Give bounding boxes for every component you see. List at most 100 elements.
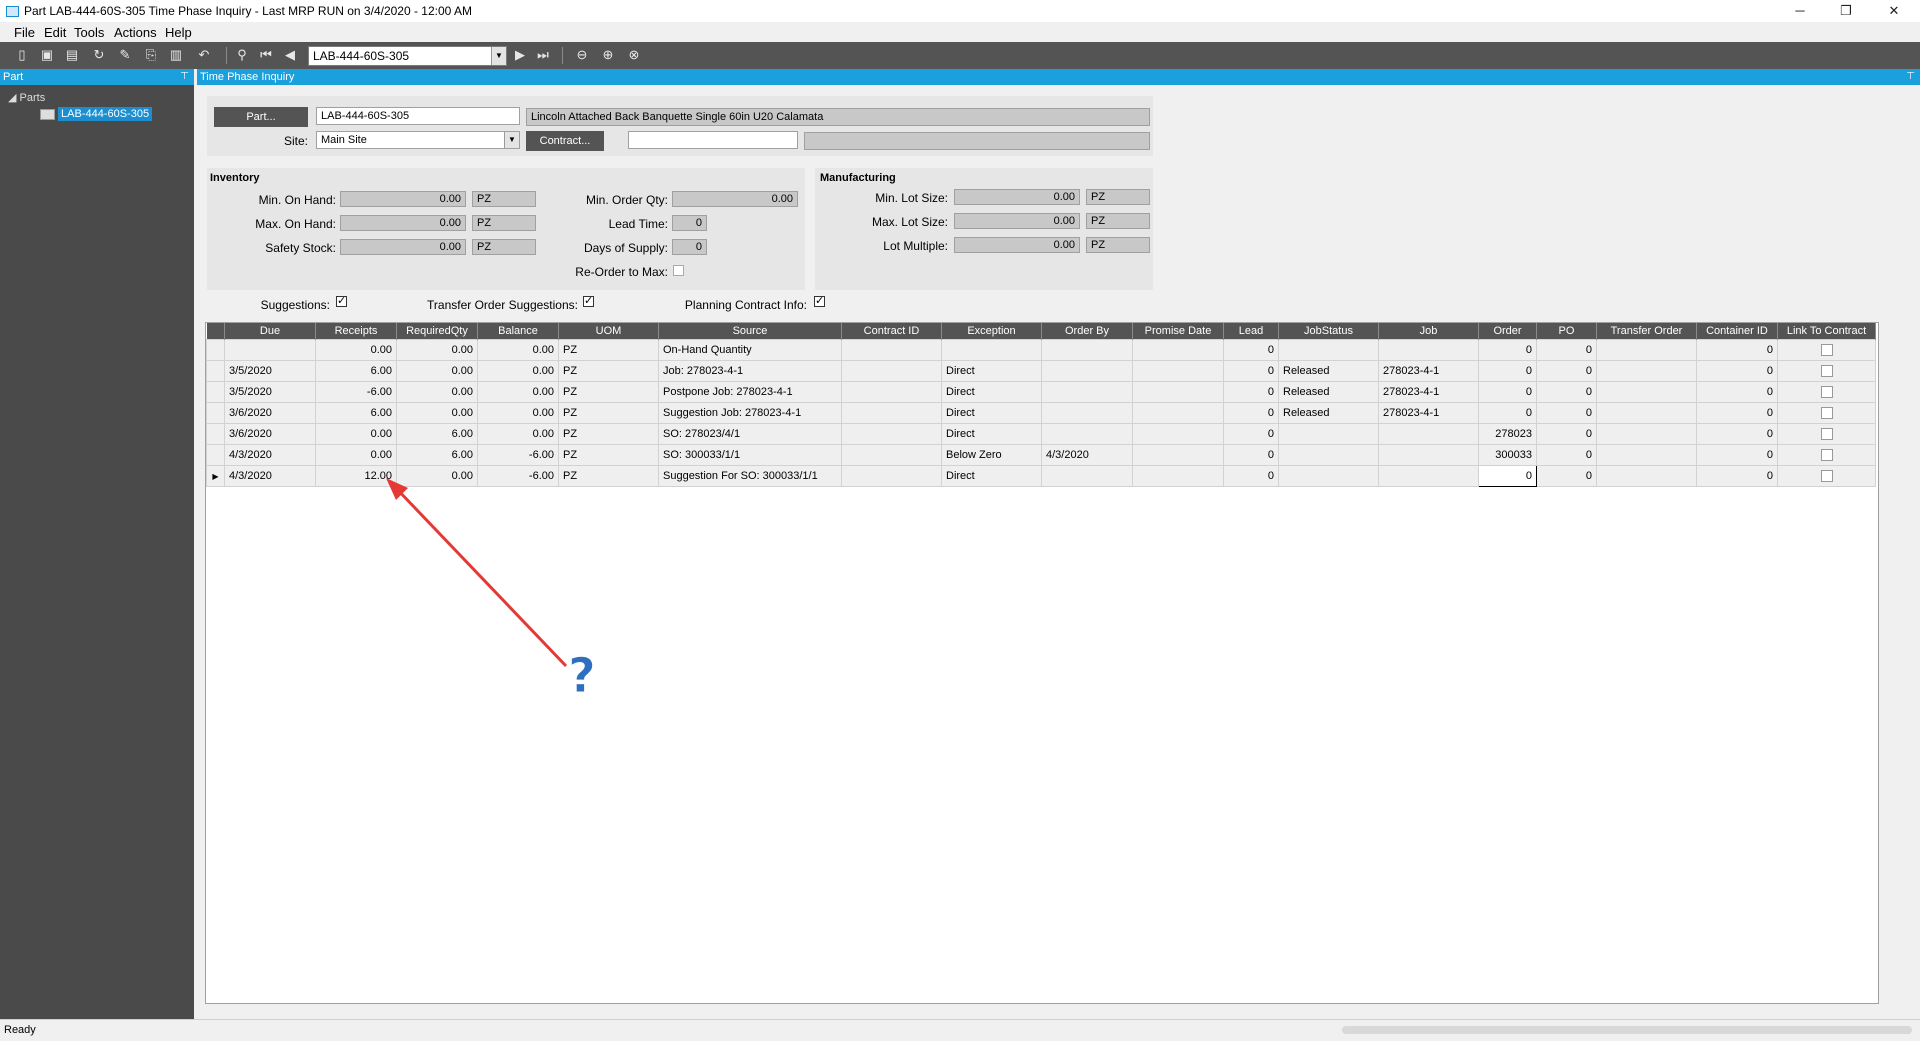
cell-due[interactable] bbox=[224, 339, 316, 361]
last-record-icon[interactable]: ⏭ bbox=[535, 47, 551, 63]
col-required-qty[interactable]: RequiredQty bbox=[396, 323, 478, 340]
cell-required-qty[interactable]: 0.00 bbox=[396, 360, 478, 382]
cell-lead[interactable]: 0 bbox=[1223, 423, 1279, 445]
cell-order-by[interactable]: 4/3/2020 bbox=[1041, 444, 1133, 466]
close-button[interactable]: ✕ bbox=[1872, 0, 1916, 22]
row-selector[interactable]: ▶ bbox=[206, 465, 225, 487]
cell-receipts[interactable]: 0.00 bbox=[315, 423, 397, 445]
cell-job[interactable]: 278023-4-1 bbox=[1378, 402, 1479, 424]
col-container-id[interactable]: Container ID bbox=[1696, 323, 1778, 340]
row-selector[interactable] bbox=[206, 360, 225, 382]
cell-balance[interactable]: 0.00 bbox=[477, 339, 559, 361]
col-source[interactable]: Source bbox=[658, 323, 842, 340]
contract-field[interactable] bbox=[628, 131, 798, 149]
cell-job-status[interactable]: Released bbox=[1278, 381, 1379, 403]
cell-receipts[interactable]: 6.00 bbox=[315, 360, 397, 382]
row-selector[interactable] bbox=[206, 339, 225, 361]
cell-job-status[interactable]: Released bbox=[1278, 402, 1379, 424]
cell-balance[interactable]: 0.00 bbox=[477, 360, 559, 382]
cell-contract-id[interactable] bbox=[841, 444, 942, 466]
cell-po[interactable]: 0 bbox=[1536, 381, 1597, 403]
pin-icon[interactable]: ⊤ bbox=[180, 69, 189, 85]
cell-po[interactable]: 0 bbox=[1536, 402, 1597, 424]
undo-icon[interactable]: ↶ bbox=[196, 47, 212, 63]
cell-job[interactable] bbox=[1378, 465, 1479, 487]
attachment-icon[interactable]: ⎘ bbox=[143, 47, 159, 63]
cell-job-status[interactable]: Released bbox=[1278, 360, 1379, 382]
table-row[interactable]: 3/6/2020 0.00 6.00 0.00 PZ SO: 278023/4/1 Dire… bbox=[206, 423, 1876, 445]
pin-icon[interactable]: ⊤ bbox=[1906, 69, 1915, 85]
cell-lead[interactable]: 0 bbox=[1223, 360, 1279, 382]
col-lead[interactable]: Lead bbox=[1223, 323, 1279, 340]
expand-icon[interactable]: ◢ bbox=[8, 92, 16, 104]
cell-job-status[interactable] bbox=[1278, 444, 1379, 466]
cell-uom[interactable]: PZ bbox=[558, 360, 659, 382]
cell-source[interactable]: Suggestion For SO: 300033/1/1 bbox=[658, 465, 842, 487]
link-to-contract-checkbox[interactable] bbox=[1820, 344, 1833, 357]
cell-transfer-order[interactable] bbox=[1596, 465, 1697, 487]
chevron-down-icon[interactable]: ▼ bbox=[504, 132, 519, 148]
col-receipts[interactable]: Receipts bbox=[315, 323, 397, 340]
cell-order-by[interactable] bbox=[1041, 465, 1133, 487]
cell-source[interactable]: Job: 278023-4-1 bbox=[658, 360, 842, 382]
cell-uom[interactable]: PZ bbox=[558, 402, 659, 424]
cell-due[interactable]: 3/6/2020 bbox=[224, 402, 316, 424]
part-field[interactable]: LAB-444-60S-305 bbox=[316, 107, 520, 125]
cell-required-qty[interactable]: 0.00 bbox=[396, 381, 478, 403]
cell-contract-id[interactable] bbox=[841, 423, 942, 445]
cell-required-qty[interactable]: 0.00 bbox=[396, 339, 478, 361]
cell-promise-date[interactable] bbox=[1132, 360, 1224, 382]
cell-order-by[interactable] bbox=[1041, 339, 1133, 361]
col-due[interactable]: Due bbox=[224, 323, 316, 340]
cell-order[interactable]: 0 bbox=[1478, 402, 1537, 424]
forward-icon[interactable]: ⊕ bbox=[600, 47, 616, 63]
col-uom[interactable]: UOM bbox=[558, 323, 659, 340]
cell-order-by[interactable] bbox=[1041, 423, 1133, 445]
cell-po[interactable]: 0 bbox=[1536, 360, 1597, 382]
cell-transfer-order[interactable] bbox=[1596, 444, 1697, 466]
cell-source[interactable]: Suggestion Job: 278023-4-1 bbox=[658, 402, 842, 424]
cell-order-by[interactable] bbox=[1041, 402, 1133, 424]
cell-source[interactable]: SO: 300033/1/1 bbox=[658, 444, 842, 466]
cell-contract-id[interactable] bbox=[841, 339, 942, 361]
save-all-icon[interactable]: ▤ bbox=[64, 47, 80, 63]
cell-order[interactable]: 0 bbox=[1478, 381, 1537, 403]
cell-order[interactable]: 0 bbox=[1478, 465, 1537, 487]
cell-due[interactable]: 3/5/2020 bbox=[224, 381, 316, 403]
reorder-to-max-checkbox[interactable] bbox=[673, 265, 684, 276]
cell-order[interactable]: 0 bbox=[1478, 339, 1537, 361]
chevron-down-icon[interactable]: ▼ bbox=[491, 47, 506, 65]
cell-job-status[interactable] bbox=[1278, 339, 1379, 361]
clear-icon[interactable]: ✎ bbox=[117, 47, 133, 63]
cell-promise-date[interactable] bbox=[1132, 465, 1224, 487]
cell-job-status[interactable] bbox=[1278, 423, 1379, 445]
cell-balance[interactable]: 0.00 bbox=[477, 402, 559, 424]
planning-contract-info-checkbox[interactable]: ✓ bbox=[814, 296, 825, 307]
cell-promise-date[interactable] bbox=[1132, 381, 1224, 403]
menu-edit[interactable]: Edit bbox=[44, 25, 66, 40]
cell-promise-date[interactable] bbox=[1132, 402, 1224, 424]
link-to-contract-checkbox[interactable] bbox=[1820, 470, 1833, 483]
previous-record-icon[interactable]: ◀ bbox=[282, 47, 298, 63]
cell-exception[interactable]: Below Zero bbox=[941, 444, 1042, 466]
cell-container-id[interactable]: 0 bbox=[1696, 360, 1778, 382]
cell-source[interactable]: Postpone Job: 278023-4-1 bbox=[658, 381, 842, 403]
cell-promise-date[interactable] bbox=[1132, 339, 1224, 361]
cell-job[interactable]: 278023-4-1 bbox=[1378, 360, 1479, 382]
col-job[interactable]: Job bbox=[1378, 323, 1479, 340]
cell-exception[interactable] bbox=[941, 339, 1042, 361]
cell-promise-date[interactable] bbox=[1132, 444, 1224, 466]
cell-required-qty[interactable]: 0.00 bbox=[396, 402, 478, 424]
cell-required-qty[interactable]: 6.00 bbox=[396, 444, 478, 466]
link-to-contract-checkbox[interactable] bbox=[1820, 365, 1833, 378]
cell-po[interactable]: 0 bbox=[1536, 423, 1597, 445]
table-row[interactable]: 3/6/2020 6.00 0.00 0.00 PZ Suggestion Job: 27… bbox=[206, 402, 1876, 424]
cell-link-to-contract[interactable] bbox=[1777, 423, 1876, 445]
link-to-contract-checkbox[interactable] bbox=[1820, 407, 1833, 420]
table-row[interactable]: 3/5/2020 -6.00 0.00 0.00 PZ Postpone Job: 278… bbox=[206, 381, 1876, 403]
cell-source[interactable]: SO: 278023/4/1 bbox=[658, 423, 842, 445]
cell-uom[interactable]: PZ bbox=[558, 381, 659, 403]
row-selector[interactable] bbox=[206, 402, 225, 424]
cell-job[interactable] bbox=[1378, 423, 1479, 445]
cell-source[interactable]: On-Hand Quantity bbox=[658, 339, 842, 361]
